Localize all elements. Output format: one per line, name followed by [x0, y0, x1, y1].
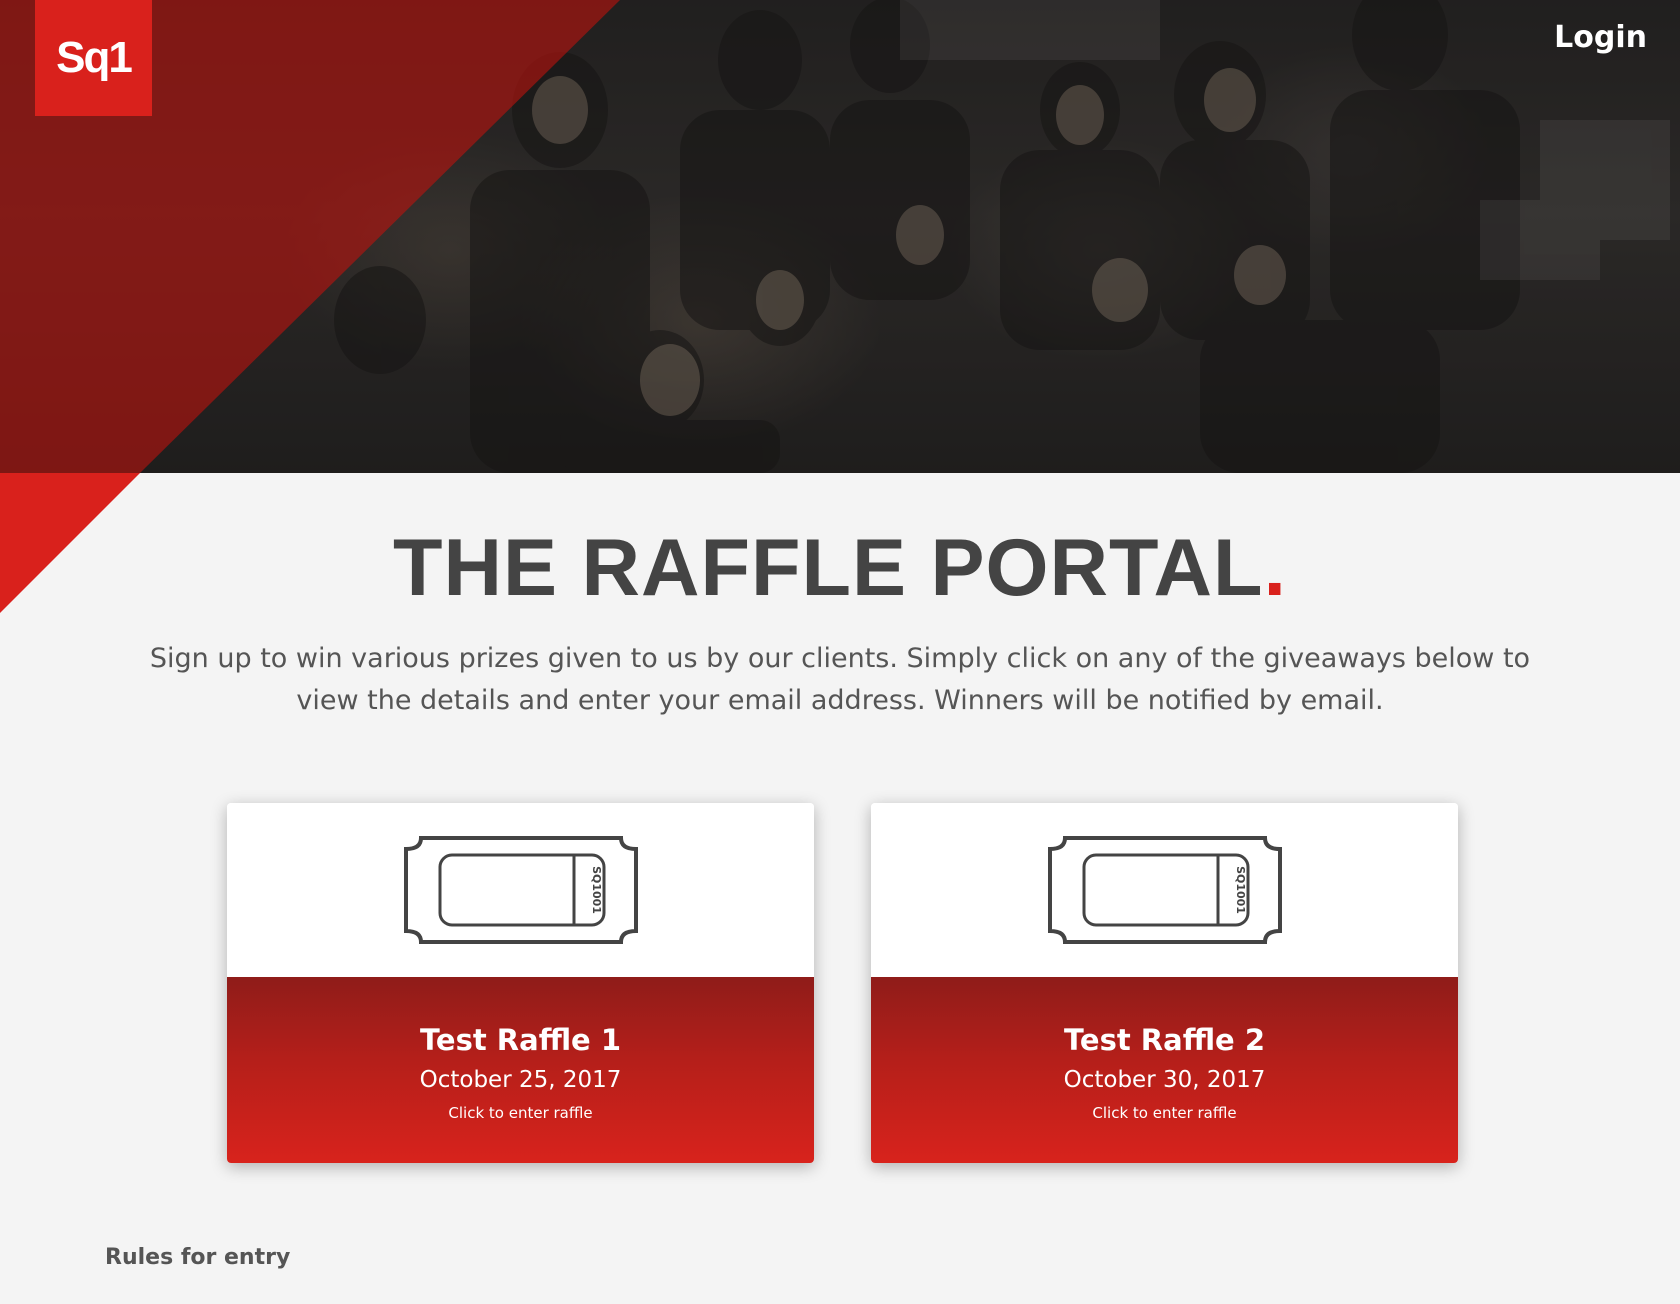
ticket-icon: SQ1001	[1047, 835, 1283, 945]
raffle-card-info[interactable]: Test Raffle 1 October 25, 2017 Click to …	[227, 977, 814, 1163]
raffle-card-image: SQ1001	[871, 803, 1458, 977]
raffle-title: Test Raffle 2	[1063, 1023, 1266, 1057]
rules-for-entry-link[interactable]: Rules for entry	[105, 1245, 290, 1270]
raffle-date: October 30, 2017	[1063, 1067, 1266, 1093]
page-title-dot: .	[1263, 523, 1287, 613]
logo-text: Sq1	[56, 33, 133, 82]
raffle-card[interactable]: SQ1001 Test Raffle 2 October 30, 2017 Cl…	[871, 803, 1458, 1163]
intro-text: Sign up to win various prizes given to u…	[149, 643, 1531, 716]
raffle-card[interactable]: SQ1001 Test Raffle 1 October 25, 2017 Cl…	[227, 803, 814, 1163]
page-title-text: THE RAFFLE PORTAL	[393, 523, 1264, 613]
ticket-serial: SQ1001	[590, 866, 603, 914]
raffle-enter-link[interactable]: Click to enter raffle	[871, 1103, 1458, 1123]
raffle-enter-link[interactable]: Click to enter raffle	[227, 1103, 814, 1123]
hero-banner	[0, 0, 1680, 473]
raffle-card-info[interactable]: Test Raffle 2 October 30, 2017 Click to …	[871, 977, 1458, 1163]
raffle-card-image: SQ1001	[227, 803, 814, 977]
raffle-date: October 25, 2017	[419, 1067, 622, 1093]
raffle-title: Test Raffle 1	[419, 1023, 622, 1057]
login-link[interactable]: Login	[1554, 20, 1647, 55]
ticket-icon: SQ1001	[403, 835, 639, 945]
ticket-serial: SQ1001	[1234, 866, 1247, 914]
page-title: THE RAFFLE PORTAL.	[0, 522, 1680, 614]
brand-logo[interactable]: Sq1	[35, 0, 152, 116]
